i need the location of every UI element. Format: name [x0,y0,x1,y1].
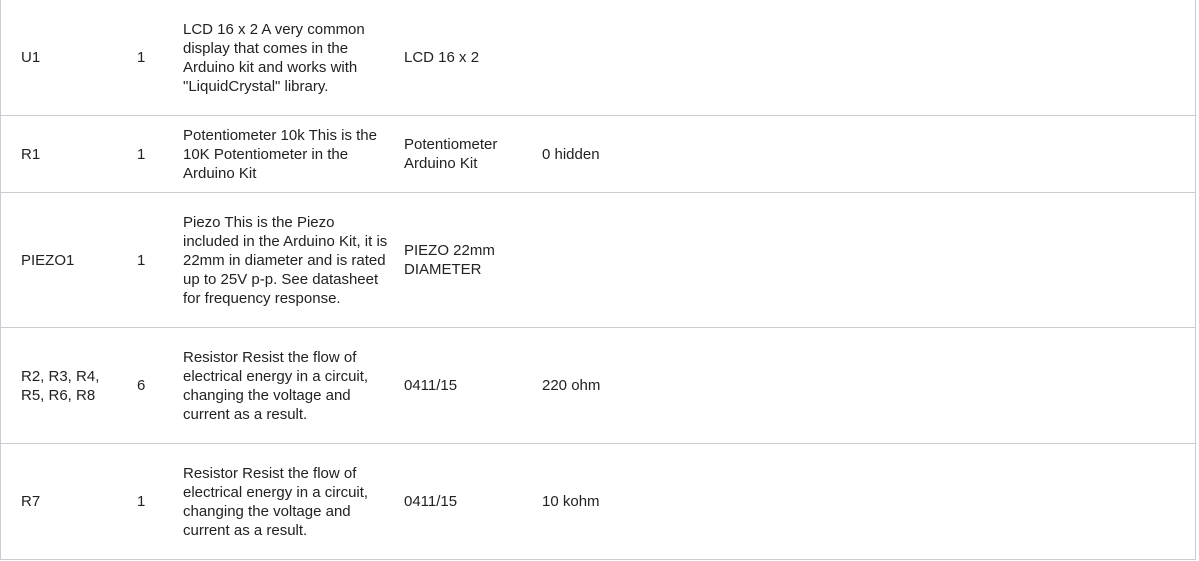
designator-cell: U1 [21,49,41,66]
part-cell: PIEZO 22mm DIAMETER [404,242,495,278]
quantity-cell: 1 [137,145,146,163]
quantity-cell: 1 [137,251,146,269]
description-cell: Potentiometer 10k This is the 10K Potent… [183,126,377,182]
table-row: R1 1 Potentiometer 10k This is the 10K P… [1,116,1195,193]
table-row: PIEZO1 1 Piezo This is the Piezo include… [1,193,1195,328]
description-cell: LCD 16 x 2 A very common display that co… [183,20,365,95]
description-cell: Resistor Resist the flow of electrical e… [183,348,369,423]
value-cell: 220 ohm [542,377,601,394]
part-cell: LCD 16 x 2 [404,49,480,66]
part-cell: 0411/15 [404,377,458,394]
table-row: U1 1 LCD 16 x 2 A very common display th… [1,0,1195,116]
quantity-cell: 1 [137,493,146,510]
quantity-cell: 6 [137,377,146,394]
table-row: R7 1 Resistor Resist the flow of electri… [1,444,1195,560]
value-cell: 0 hidden [542,145,600,163]
quantity-cell: 1 [137,49,146,66]
description-cell: Piezo This is the Piezo included in the … [183,213,388,307]
bom-table: U1 1 LCD 16 x 2 A very common display th… [0,0,1196,560]
part-cell: Potentiometer Arduino Kit [404,136,498,172]
designator-cell: R2, R3, R4, R5, R6, R8 [21,367,100,404]
designator-cell: R1 [21,145,41,163]
part-cell: 0411/15 [404,493,458,510]
designator-cell: R7 [21,493,41,510]
description-cell: Resistor Resist the flow of electrical e… [183,464,369,539]
value-cell: 10 kohm [542,493,600,510]
table-row: R2, R3, R4, R5, R6, R8 6 Resistor Resist… [1,328,1195,444]
designator-cell: PIEZO1 [21,251,75,269]
